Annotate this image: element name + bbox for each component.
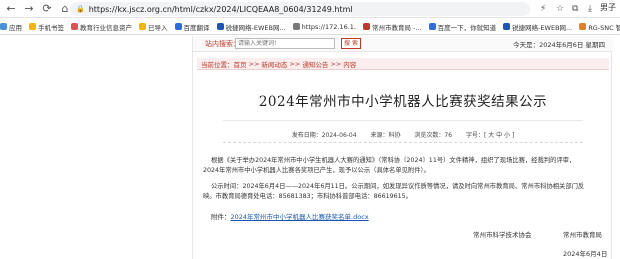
paragraph-2-line-2: 映。市教育局德育处电话：85681383；市科协科普部电话：86619615。 <box>203 193 412 200</box>
translate-icon[interactable]: ⚡ <box>540 2 546 16</box>
extensions-icon[interactable]: ⧉ <box>572 2 578 16</box>
page-container: 站内搜索： 搜 索 今天是：2024年6月6日 星期四 当前位置：首页>>新闻动… <box>192 36 613 259</box>
breadcrumb-separator: >> <box>289 59 301 68</box>
article-source: 来源：科协 <box>370 132 401 139</box>
bookmark-label: 常州市教育局 -... <box>371 23 422 32</box>
bookmark-label: 应用 <box>9 23 22 32</box>
lock-icon: 🔒 <box>76 5 85 13</box>
font-size-selector[interactable]: 字号：[ 大 中 小 ] <box>466 132 514 139</box>
bookmark-label: RG-SNC 智能网络... <box>588 23 620 32</box>
breadcrumb-link[interactable]: 通知公告 <box>302 59 328 69</box>
bookmark-item[interactable]: https://172.16.1. <box>292 22 356 31</box>
bookmark-item[interactable]: 百度翻译 <box>174 22 210 32</box>
url-text: https://kx.jscz.org.cn/html/czkx/2024/LI… <box>88 4 353 14</box>
bookmark-item[interactable]: RG-SNC 智能网络... <box>579 22 620 32</box>
paragraph-2-line-1: 公示时间：2024年6月4日——2024年6月11日。公示期间，如发现异议作质等… <box>211 183 585 190</box>
bookmark-icon <box>71 23 78 30</box>
bookmark-icon <box>579 23 587 30</box>
bookmark-label: 锐捷网络-EWEB网... <box>225 23 286 32</box>
bookmark-item[interactable]: 常州市教育局 -... <box>362 22 422 32</box>
publish-date: 发布日期：2024-06-04 <box>291 132 357 139</box>
article-paragraph-1: 根据《关于举办2024年常州市中小学生机器人大赛的通知》（常科协〔2024〕11… <box>203 156 603 176</box>
bookmark-label: 百度一下，你就知道 <box>437 23 497 32</box>
search-button[interactable]: 搜 索 <box>341 38 361 49</box>
bookmark-item[interactable]: 应用 <box>0 22 22 32</box>
download-icon[interactable]: ⤓ <box>588 2 592 16</box>
breadcrumb-link[interactable]: 新闻动态 <box>261 59 287 69</box>
bookmark-label: 百度翻译 <box>183 23 210 32</box>
bookmark-icon <box>292 23 300 30</box>
bookmark-item[interactable]: 手机书签 <box>29 22 64 32</box>
bookmark-label: 手机书签 <box>38 23 64 32</box>
bookmark-item[interactable]: 已导入 <box>139 22 168 32</box>
forward-icon[interactable]: → <box>22 2 36 16</box>
reload-icon[interactable]: ⟳ <box>40 2 54 16</box>
bookmark-icon <box>29 23 36 30</box>
profile-button[interactable]: 男子 <box>600 2 616 13</box>
title-divider <box>223 120 583 121</box>
article-meta: 发布日期：2024-06-04 来源：科协 浏览次数：76 字号：[ 大 中 小… <box>193 130 613 139</box>
bookmark-item[interactable]: 教育行业信息资产 <box>71 22 132 32</box>
bookmark-label: 已导入 <box>148 23 168 32</box>
attachment: 附件：2024年常州市中小学机器人比赛获奖名单.docx <box>211 211 369 221</box>
browser-toolbar: ← → ⟳ ⌂ 🔒 https://kx.jscz.org.cn/html/cz… <box>0 0 620 18</box>
search-input[interactable] <box>235 38 335 49</box>
meta-divider <box>223 142 583 143</box>
bookmark-icon <box>174 23 182 30</box>
bookmark-label: 教育行业信息资产 <box>80 23 132 32</box>
bookmark-icon <box>216 23 224 30</box>
breadcrumb-separator: >> <box>330 59 342 68</box>
article-title: 2024年常州市中小学机器人比赛获奖结果公示 <box>258 94 548 110</box>
bookmark-icon <box>428 23 436 30</box>
bookmark-item[interactable]: 锐捷网络-EWEB网... <box>216 22 286 32</box>
bookmark-label: https://172.16.1. <box>301 22 356 31</box>
breadcrumb-link[interactable]: 内容 <box>343 59 356 69</box>
paragraph-1-line-1: 根据《关于举办2024年常州市中小学生机器人大赛的通知》（常科协〔2024〕11… <box>211 157 576 164</box>
breadcrumb-separator: >> <box>248 59 260 68</box>
star-icon[interactable]: ☆ <box>556 2 564 16</box>
bookmarks-bar: 应用 手机书签 教育行业信息资产 已导入 百度翻译 锐捷网络-EWEB网... https:… <box>0 19 620 35</box>
article-paragraph-2: 公示时间：2024年6月4日——2024年6月11日。公示期间，如发现异议作质等… <box>203 182 603 202</box>
web-page: 站内搜索： 搜 索 今天是：2024年6月6日 星期四 当前位置：首页>>新闻动… <box>0 36 620 259</box>
bookmark-item[interactable]: 百度一下，你就知道 <box>428 22 497 32</box>
attachment-label: 附件： <box>211 213 231 221</box>
bookmark-label: 锐捷网络-EWEB网... <box>512 23 573 32</box>
breadcrumb: 当前位置：首页 >> 新闻动态 >> 通知公告 >> 内容 <box>197 58 609 70</box>
view-count: 浏览次数：76 <box>414 132 453 139</box>
breadcrumb-link[interactable]: 当前位置：首页 <box>201 59 247 69</box>
attachment-link[interactable]: 2024年常州市中小学机器人比赛获奖名单.docx <box>231 213 369 221</box>
signature-org-1: 常州市科学技术协会 <box>473 231 532 239</box>
address-bar[interactable]: 🔒 https://kx.jscz.org.cn/html/czkx/2024/… <box>70 2 530 16</box>
site-topbar: 站内搜索： 搜 索 今天是：2024年6月6日 星期四 <box>193 36 613 52</box>
bookmark-icon <box>0 23 7 30</box>
bookmark-icon <box>139 23 146 30</box>
signature-org-2: 常州市教育局 <box>563 231 602 239</box>
signature-date: 2024年6月4日 <box>563 250 608 258</box>
bookmark-item[interactable]: 锐捷网络-EWEB网... <box>503 22 572 32</box>
today-date: 今天是：2024年6月6日 星期四 <box>513 41 605 49</box>
bookmark-icon <box>503 23 511 30</box>
bookmark-icon <box>362 23 370 30</box>
back-icon[interactable]: ← <box>4 2 18 16</box>
paragraph-1-line-2: 2024年常州市中小学机器人比赛各奖项已产生，现予以公示（具体名单见附件）。 <box>203 167 430 174</box>
